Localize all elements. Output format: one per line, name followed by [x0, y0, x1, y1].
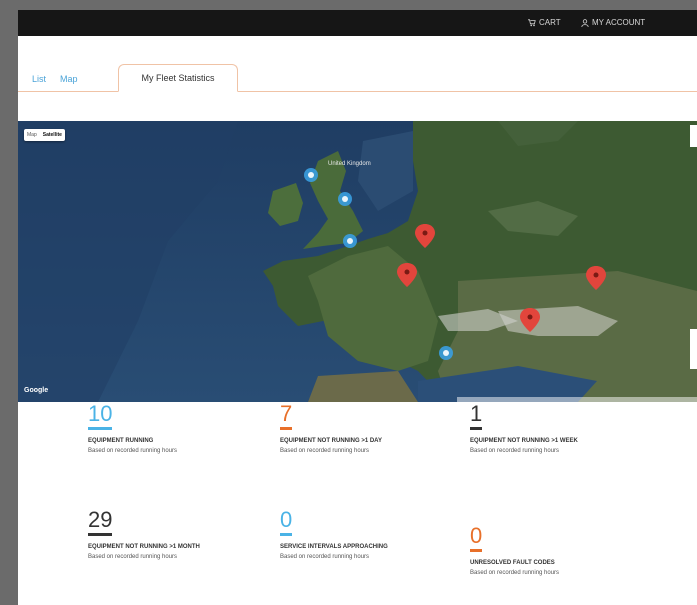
stat-subtitle: Based on recorded running hours — [280, 448, 370, 454]
cluster-marker[interactable] — [343, 234, 357, 248]
cluster-marker[interactable] — [439, 346, 453, 360]
map-type-satellite[interactable]: Satellite — [40, 129, 65, 141]
tab-list[interactable]: List — [32, 74, 46, 84]
map-type-map[interactable]: Map — [24, 129, 40, 141]
account-link[interactable]: MY ACCOUNT — [581, 18, 645, 27]
stat-service-intervals: 0 SERVICE INTERVALS APPROACHING Based on… — [280, 508, 410, 562]
tab-fleet-statistics[interactable]: My Fleet Statistics — [118, 64, 238, 92]
fullscreen-control[interactable] — [690, 125, 697, 147]
top-bar: CART MY ACCOUNT — [18, 10, 697, 36]
map-satellite-image: United Kingdom — [18, 121, 697, 402]
cart-link[interactable]: CART — [528, 18, 561, 27]
account-label: MY ACCOUNT — [592, 18, 646, 27]
fleet-map[interactable]: United Kingdom Map Satellite Google — [18, 121, 697, 402]
cart-icon — [528, 19, 536, 27]
stat-subtitle: Based on recorded running hours — [470, 448, 560, 454]
stat-value: 29 — [88, 508, 113, 536]
stat-subtitle: Based on recorded running hours — [88, 554, 178, 560]
stat-subtitle: Based on recorded running hours — [280, 554, 370, 560]
stat-subtitle: Based on recorded running hours — [88, 448, 178, 454]
stat-label: EQUIPMENT RUNNING — [88, 438, 154, 444]
stat-label: EQUIPMENT NOT RUNNING >1 MONTH — [88, 544, 200, 550]
stat-not-running-week: 1 EQUIPMENT NOT RUNNING >1 WEEK Based on… — [470, 402, 620, 456]
user-icon — [581, 19, 589, 27]
map-type-toggle[interactable]: Map Satellite — [24, 129, 65, 141]
zoom-control[interactable] — [690, 329, 697, 369]
cluster-marker[interactable] — [338, 192, 352, 206]
map-label: United Kingdom — [328, 161, 371, 167]
stat-value: 0 — [470, 524, 483, 552]
stat-not-running-day: 7 EQUIPMENT NOT RUNNING >1 DAY Based on … — [280, 402, 460, 456]
stat-value: 1 — [470, 402, 483, 430]
stat-value: 10 — [88, 402, 113, 430]
stat-not-running-month: 29 EQUIPMENT NOT RUNNING >1 MONTH Based … — [88, 508, 238, 562]
cluster-marker[interactable] — [304, 168, 318, 182]
cart-label: CART — [539, 18, 561, 27]
stat-label: SERVICE INTERVALS APPROACHING — [280, 544, 388, 550]
stat-equipment-running: 10 EQUIPMENT RUNNING Based on recorded r… — [88, 402, 268, 456]
stat-value: 0 — [280, 508, 293, 536]
stat-value: 7 — [280, 402, 293, 430]
stat-subtitle: Based on recorded running hours — [470, 570, 560, 576]
stat-label: EQUIPMENT NOT RUNNING >1 WEEK — [470, 438, 578, 444]
view-tabs: List Map My Fleet Statistics — [18, 60, 697, 92]
page: CART MY ACCOUNT List Map My Fleet Statis… — [18, 10, 697, 605]
stat-label: UNRESOLVED FAULT CODES — [470, 560, 555, 566]
stat-unresolved-fault-codes: 0 UNRESOLVED FAULT CODES Based on record… — [470, 524, 650, 578]
google-logo: Google — [24, 387, 49, 394]
stat-label: EQUIPMENT NOT RUNNING >1 DAY — [280, 438, 382, 444]
tab-map[interactable]: Map — [60, 74, 78, 84]
fleet-statistics: 10 EQUIPMENT RUNNING Based on recorded r… — [18, 402, 697, 605]
